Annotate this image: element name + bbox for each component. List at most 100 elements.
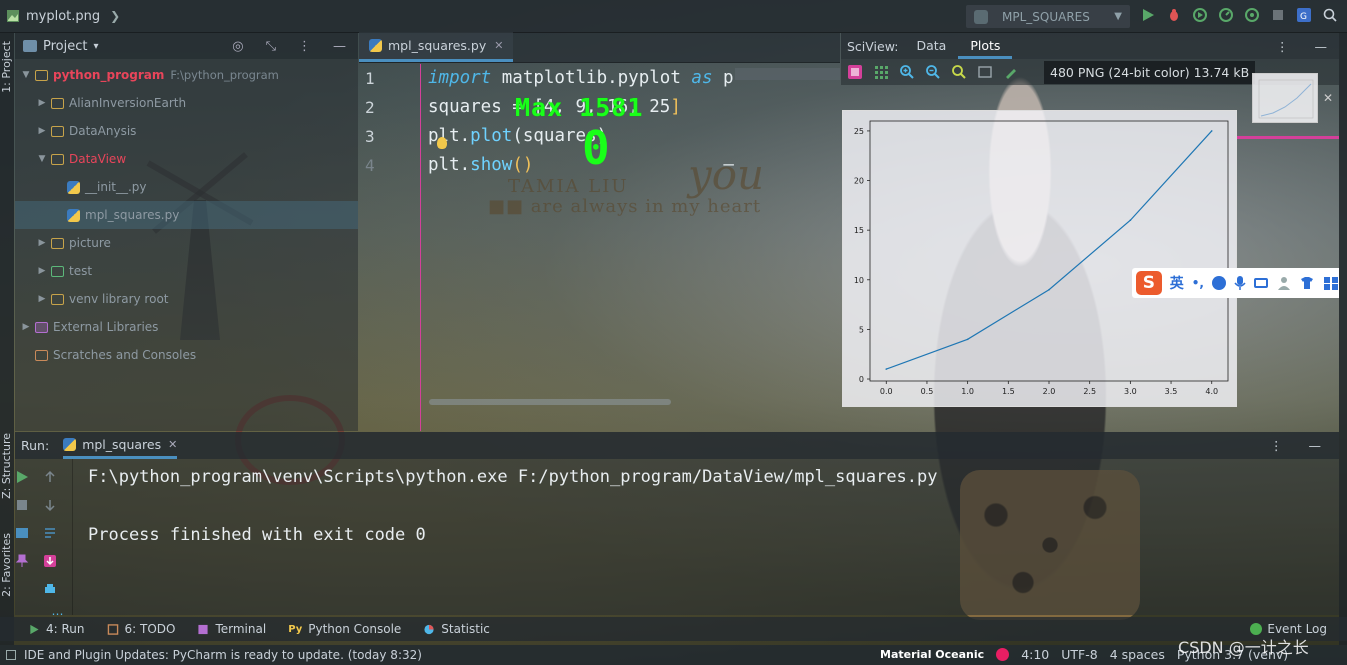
code-area[interactable]: import matplotlib.pyplot as p squares = … bbox=[428, 64, 734, 180]
chevron-down-icon[interactable]: ▼ bbox=[37, 154, 47, 164]
zoom-in-icon[interactable] bbox=[899, 64, 915, 80]
debug-button[interactable] bbox=[1166, 7, 1182, 23]
code-line-4[interactable]: plt.show() — bbox=[428, 151, 734, 180]
scroll-to-end-icon[interactable] bbox=[43, 554, 57, 568]
tree-item-scratches[interactable]: Scratches and Consoles bbox=[15, 341, 358, 369]
chevron-right-icon[interactable]: ▶ bbox=[37, 294, 47, 304]
tree-item-test[interactable]: ▶ test bbox=[15, 257, 358, 285]
ime-toolbar[interactable]: S 英 •, bbox=[1132, 268, 1339, 298]
lightbulb-icon[interactable] bbox=[437, 137, 447, 149]
editor-tab-mpl-squares[interactable]: mpl_squares.py ✕ bbox=[359, 32, 514, 62]
pin-icon[interactable] bbox=[15, 554, 29, 568]
translate-icon[interactable]: G bbox=[1296, 7, 1312, 23]
skin-icon[interactable] bbox=[1299, 276, 1315, 290]
tool-tab-python-console[interactable]: Py Python Console bbox=[288, 622, 401, 636]
print-icon[interactable] bbox=[43, 582, 57, 596]
status-message[interactable]: IDE and Plugin Updates: PyCharm is ready… bbox=[24, 648, 422, 662]
chevron-right-icon[interactable]: ▶ bbox=[21, 322, 31, 332]
fit-image-icon[interactable] bbox=[977, 64, 993, 80]
run-tab-mpl-squares[interactable]: mpl_squares ✕ bbox=[63, 432, 178, 459]
run-button[interactable] bbox=[1140, 7, 1156, 23]
chevron-down-icon[interactable]: ▼ bbox=[21, 70, 31, 80]
toolbox-icon[interactable] bbox=[1323, 276, 1339, 290]
arrow-up-icon[interactable] bbox=[43, 470, 57, 484]
plot-mode-icon[interactable] bbox=[847, 64, 863, 80]
console-output[interactable]: F:\python_program\venv\Scripts\python.ex… bbox=[88, 463, 938, 550]
indent-setting[interactable]: 4 spaces bbox=[1110, 647, 1165, 662]
favorites-tool-window-tab[interactable]: 2: Favorites bbox=[0, 533, 13, 597]
tree-item-dataview[interactable]: ▼ DataView bbox=[15, 145, 358, 173]
more-options-icon[interactable]: ⋮ bbox=[298, 39, 311, 54]
tree-item-dataanysis[interactable]: ▶ DataAnysis bbox=[15, 117, 358, 145]
soft-wrap-icon[interactable] bbox=[43, 526, 57, 540]
toolbar-actions: G bbox=[1140, 7, 1338, 23]
tree-item-alianinversionearth[interactable]: ▶ AlianInversionEarth bbox=[15, 89, 358, 117]
tool-tab-terminal[interactable]: Terminal bbox=[197, 622, 266, 636]
tool-tab-run[interactable]: 4: Run bbox=[28, 622, 85, 636]
file-encoding[interactable]: UTF-8 bbox=[1061, 647, 1097, 662]
ime-punctuation-toggle[interactable]: •, bbox=[1192, 276, 1204, 290]
microphone-icon[interactable] bbox=[1234, 275, 1246, 291]
plot-thumbnail[interactable] bbox=[1252, 73, 1318, 123]
code-line-1[interactable]: import matplotlib.pyplot as p bbox=[428, 64, 734, 93]
more-options-icon[interactable]: ⋮ bbox=[1270, 438, 1283, 453]
rerun-icon[interactable] bbox=[15, 470, 29, 484]
tree-item-init-py[interactable]: __init__.py bbox=[15, 173, 358, 201]
code-line-3[interactable]: plt.plot(squares) bbox=[428, 122, 734, 151]
stop-button[interactable] bbox=[1270, 7, 1286, 23]
tree-root[interactable]: ▼ python_program F:\python_program bbox=[15, 61, 358, 89]
status-toggle-icon[interactable] bbox=[6, 650, 16, 660]
grid-view-icon[interactable] bbox=[873, 64, 889, 80]
code-token: plt. bbox=[428, 155, 471, 175]
image-file-icon bbox=[7, 10, 19, 22]
line-number: 4 bbox=[365, 156, 375, 175]
project-title[interactable]: Project bbox=[43, 39, 87, 54]
plot-axes-frame bbox=[869, 120, 1229, 382]
sogou-logo[interactable]: S bbox=[1136, 271, 1162, 295]
actual-size-icon[interactable] bbox=[951, 64, 967, 80]
hide-panel-icon[interactable]: — bbox=[333, 39, 346, 54]
chevron-right-icon[interactable]: ▶ bbox=[37, 238, 47, 248]
more-options-icon[interactable]: ⋮ bbox=[1276, 39, 1289, 54]
tool-tab-statistic[interactable]: Statistic bbox=[423, 622, 490, 636]
close-icon[interactable]: ✕ bbox=[494, 39, 503, 52]
tree-item-external-libraries[interactable]: ▶ External Libraries bbox=[15, 313, 358, 341]
ime-language-toggle[interactable]: 英 bbox=[1170, 273, 1184, 293]
locate-icon[interactable]: ◎ bbox=[232, 39, 243, 54]
theme-name[interactable]: Material Oceanic bbox=[880, 648, 984, 661]
close-icon[interactable]: ✕ bbox=[168, 438, 177, 451]
breadcrumb-file[interactable]: myplot.png bbox=[26, 9, 100, 24]
tree-item-venv[interactable]: ▶ venv library root bbox=[15, 285, 358, 313]
hide-panel-icon[interactable]: — bbox=[1315, 39, 1328, 54]
project-tool-window-tab[interactable]: 1: Project bbox=[0, 41, 13, 93]
chevron-down-icon[interactable]: ▾ bbox=[93, 41, 98, 52]
color-picker-icon[interactable] bbox=[1003, 64, 1019, 80]
coverage-button[interactable] bbox=[1192, 7, 1208, 23]
chevron-right-icon[interactable]: ▶ bbox=[37, 98, 47, 108]
zoom-out-icon[interactable] bbox=[925, 64, 941, 80]
tree-item-picture[interactable]: ▶ picture bbox=[15, 229, 358, 257]
stop-icon[interactable] bbox=[15, 498, 29, 512]
tab-data[interactable]: Data bbox=[904, 33, 958, 59]
layout-icon[interactable] bbox=[15, 526, 29, 540]
concurrency-button[interactable] bbox=[1244, 7, 1260, 23]
arrow-down-icon[interactable] bbox=[43, 498, 57, 512]
user-icon[interactable] bbox=[1276, 276, 1292, 290]
structure-tool-window-tab[interactable]: Z: Structure bbox=[0, 433, 13, 499]
folder-icon bbox=[51, 265, 64, 277]
run-config-selector[interactable]: MPL_SQUARES ▼ bbox=[966, 5, 1130, 28]
close-icon[interactable]: ✕ bbox=[1323, 91, 1333, 105]
horizontal-scrollbar[interactable] bbox=[429, 399, 671, 405]
chevron-right-icon[interactable]: ▶ bbox=[37, 266, 47, 276]
tab-plots[interactable]: Plots bbox=[958, 33, 1013, 59]
hide-panel-icon[interactable]: — bbox=[1309, 438, 1322, 453]
tree-item-mpl-squares-py[interactable]: mpl_squares.py bbox=[15, 201, 358, 229]
tool-tab-todo[interactable]: 6: TODO bbox=[107, 622, 175, 636]
search-everywhere-icon[interactable] bbox=[1322, 7, 1338, 23]
caret-position[interactable]: 4:10 bbox=[1021, 647, 1049, 662]
emoji-icon[interactable] bbox=[1211, 276, 1226, 290]
chevron-right-icon[interactable]: ▶ bbox=[37, 126, 47, 136]
profile-button[interactable] bbox=[1218, 7, 1234, 23]
keyboard-icon[interactable] bbox=[1253, 278, 1268, 288]
collapse-all-icon[interactable]: ⤡ bbox=[266, 39, 276, 54]
